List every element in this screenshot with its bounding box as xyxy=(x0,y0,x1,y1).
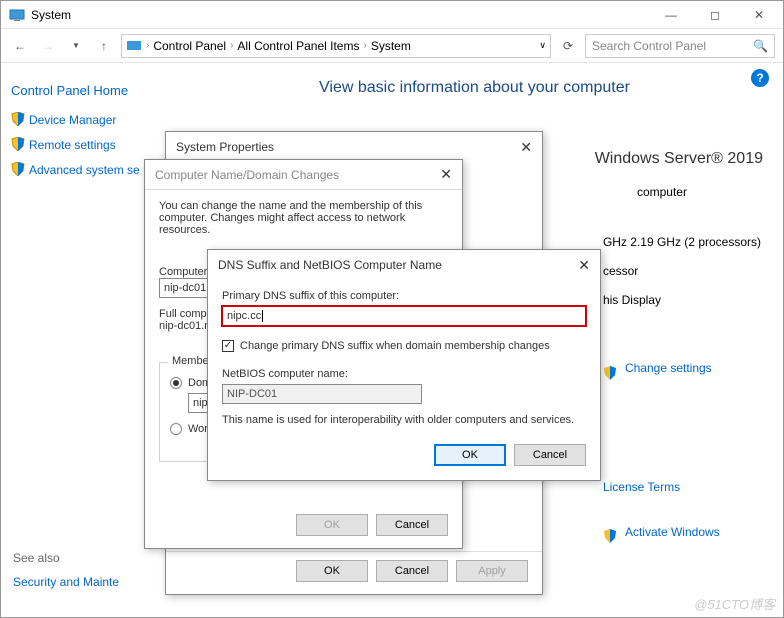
address-bar[interactable]: › Control Panel › All Control Panel Item… xyxy=(121,34,551,58)
checkbox-label: Change primary DNS suffix when domain me… xyxy=(240,340,550,352)
processor-ghz: GHz 2.19 GHz (2 processors) xyxy=(603,228,761,257)
primary-dns-label: Primary DNS suffix of this computer: xyxy=(222,290,586,302)
cancel-button[interactable]: Cancel xyxy=(376,514,448,536)
control-panel-home[interactable]: Control Panel Home xyxy=(11,83,156,98)
recent-button[interactable]: ▼ xyxy=(65,35,87,57)
security-maintenance-link[interactable]: Security and Mainte xyxy=(13,575,119,589)
maximize-button[interactable]: ◻ xyxy=(693,1,737,29)
system-icon xyxy=(9,7,25,23)
breadcrumb-item[interactable]: Control Panel xyxy=(153,39,226,53)
dialog-description: You can change the name and the membersh… xyxy=(159,200,448,236)
netbios-label: NetBIOS computer name: xyxy=(222,368,586,380)
ok-button[interactable]: OK xyxy=(296,560,368,582)
forward-button[interactable]: → xyxy=(37,35,59,57)
computer-label: computer xyxy=(637,178,687,207)
license-terms-link[interactable]: License Terms xyxy=(603,473,761,502)
cancel-button[interactable]: Cancel xyxy=(514,444,586,466)
change-settings-link[interactable]: Change settings xyxy=(603,354,761,383)
see-also-label: See also xyxy=(13,551,163,565)
shield-icon xyxy=(603,362,617,376)
close-icon[interactable]: ✕ xyxy=(520,139,532,156)
up-button[interactable]: ↑ xyxy=(93,35,115,57)
apply-button[interactable]: Apply xyxy=(456,560,528,582)
primary-dns-input[interactable]: nipc.cc xyxy=(222,306,586,326)
sidebar-link-remote-settings[interactable]: Remote settings xyxy=(11,137,156,152)
breadcrumb-item[interactable]: All Control Panel Items xyxy=(237,39,359,53)
close-button[interactable]: ✕ xyxy=(737,1,781,29)
ok-button[interactable]: OK xyxy=(434,444,506,466)
processor-label: cessor xyxy=(603,257,761,286)
shield-icon xyxy=(11,162,25,176)
page-heading: View basic information about your comput… xyxy=(186,79,763,97)
display-label: his Display xyxy=(603,286,761,315)
back-button[interactable]: ← xyxy=(9,35,31,57)
search-icon: 🔍 xyxy=(753,39,768,53)
dialog-title: Computer Name/Domain Changes xyxy=(155,168,339,182)
cancel-button[interactable]: Cancel xyxy=(376,560,448,582)
sidebar-link-device-manager[interactable]: Device Manager xyxy=(11,112,156,127)
activate-windows-link[interactable]: Activate Windows xyxy=(603,518,761,547)
watermark: @51CTO博客 xyxy=(694,594,775,613)
netbios-note: This name is used for interoperability w… xyxy=(222,414,586,426)
netbios-input: NIP-DC01 xyxy=(222,384,422,404)
change-suffix-checkbox[interactable]: ✓ xyxy=(222,340,234,352)
shield-icon xyxy=(11,137,25,151)
dialog-title: DNS Suffix and NetBIOS Computer Name xyxy=(218,258,442,272)
close-icon[interactable]: ✕ xyxy=(440,166,452,183)
sidebar-link-advanced-settings[interactable]: Advanced system se xyxy=(11,162,156,177)
dns-suffix-dialog: DNS Suffix and NetBIOS Computer Name ✕ P… xyxy=(207,249,601,481)
shield-icon xyxy=(603,525,617,539)
dialog-title: System Properties xyxy=(176,140,274,154)
close-icon[interactable]: ✕ xyxy=(578,257,590,274)
shield-icon xyxy=(11,112,25,126)
ok-button[interactable]: OK xyxy=(296,514,368,536)
window-title: System xyxy=(31,8,71,22)
breadcrumb-item[interactable]: System xyxy=(371,39,411,53)
minimize-button[interactable]: — xyxy=(649,1,693,29)
search-input[interactable]: Search Control Panel 🔍 xyxy=(585,34,775,58)
refresh-button[interactable]: ⟳ xyxy=(557,35,579,57)
windows-edition: Windows Server® 2019 xyxy=(595,140,763,178)
